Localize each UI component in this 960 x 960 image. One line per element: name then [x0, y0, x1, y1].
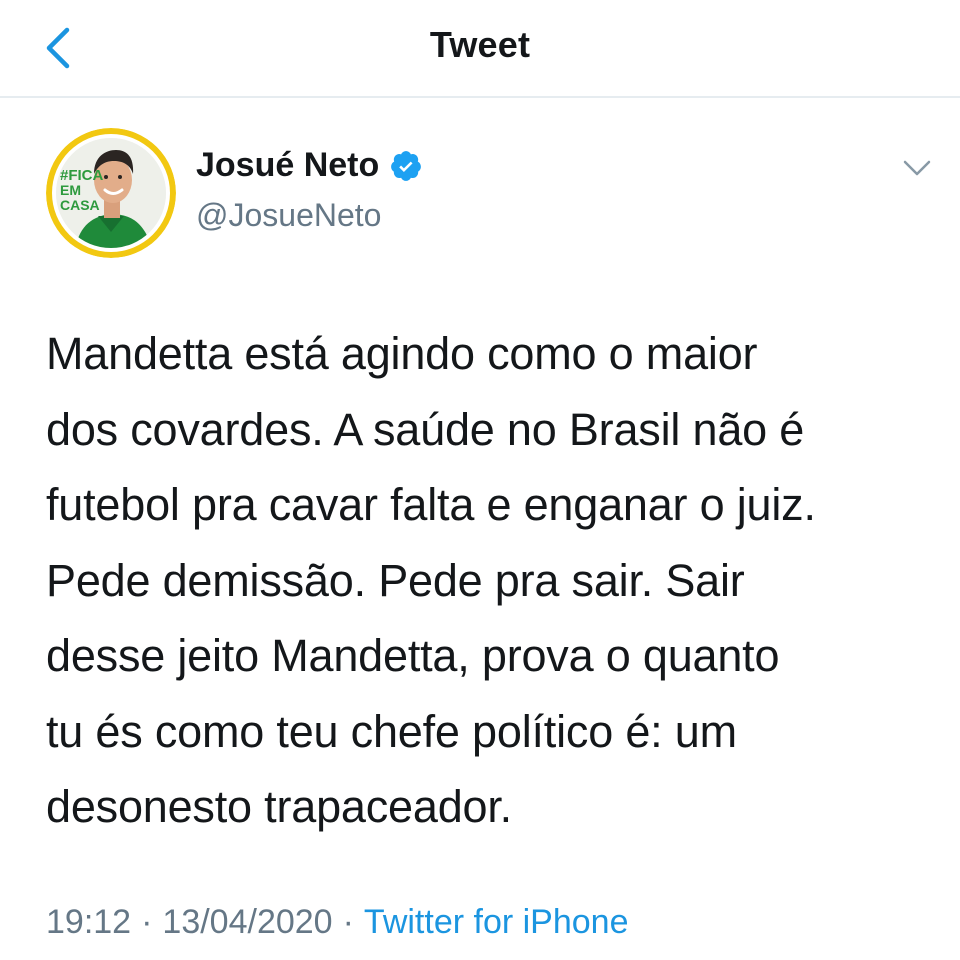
tweet-time: 19:12 — [46, 903, 132, 941]
more-options-button[interactable] — [894, 150, 940, 186]
author-handle[interactable]: @JosueNeto — [196, 197, 381, 234]
author-name-row: Josué Neto — [196, 146, 423, 185]
avatar[interactable]: #FICA EM CASA — [46, 128, 176, 258]
author-name[interactable]: Josué Neto — [196, 146, 379, 185]
tweet-metadata: 19:12 · 13/04/2020 · Twitter for iPhone — [46, 903, 628, 942]
tweet-source-link[interactable]: Twitter for iPhone — [364, 903, 629, 941]
tweet-text: Mandetta está agindo como o maior dos co… — [46, 328, 816, 832]
chevron-down-icon — [903, 160, 931, 176]
meta-separator: · — [141, 903, 153, 941]
meta-separator: · — [342, 903, 354, 941]
avatar-text-line-2: EM — [60, 182, 81, 198]
top-navigation-bar: Tweet — [0, 0, 960, 98]
tweet-detail-screen: Tweet #FICA EM CASA Josué Neto @JosueNet… — [0, 0, 960, 960]
page-title: Tweet — [429, 24, 531, 65]
avatar-image: #FICA EM CASA — [46, 128, 176, 258]
avatar-text-line-3: CASA — [60, 197, 100, 213]
tweet-date: 13/04/2020 — [162, 903, 333, 941]
verified-badge-icon — [389, 149, 423, 183]
